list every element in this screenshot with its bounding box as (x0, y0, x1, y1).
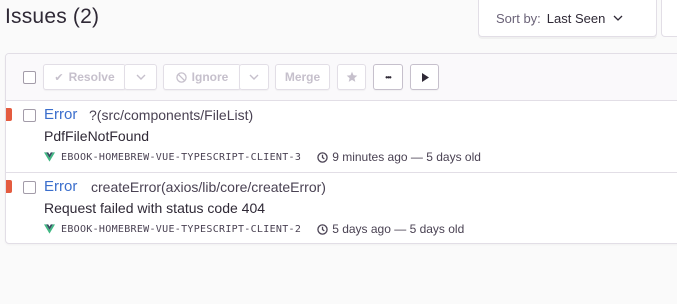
issue-type-link[interactable]: Error (44, 178, 77, 195)
header-extra-button[interactable] (661, 0, 677, 37)
page-title: Issues (2) (5, 5, 100, 28)
ignore-icon (175, 71, 187, 83)
select-all-checkbox[interactable] (23, 71, 36, 84)
sort-value: Last Seen (546, 10, 606, 26)
more-actions-button[interactable]: ••• (373, 64, 403, 90)
vue-icon (44, 224, 55, 234)
clock-icon (317, 223, 328, 235)
error-level-indicator (6, 108, 12, 121)
bulk-actions-toolbar: ✔ Resolve Ignore Merge ••• (6, 54, 677, 101)
chevron-down-icon (613, 15, 623, 21)
project-link[interactable]: EBOOK-HOMEBREW-VUE-TYPESCRIPT-CLIENT-3 (61, 152, 301, 163)
star-icon (346, 71, 357, 82)
project-link[interactable]: EBOOK-HOMEBREW-VUE-TYPESCRIPT-CLIENT-2 (61, 224, 301, 235)
issue-message: PdfFileNotFound (44, 128, 150, 144)
issue-location: ?(src/components/FileList) (89, 107, 254, 123)
merge-label: Merge (284, 70, 321, 84)
resolve-button[interactable]: ✔ Resolve (43, 64, 126, 90)
issue-message: Request failed with status code 404 (44, 200, 266, 216)
ignore-button[interactable]: Ignore (163, 64, 241, 90)
ignore-dropdown-button[interactable] (239, 64, 269, 90)
issues-panel: ✔ Resolve Ignore Merge ••• Error ?(src/c… (5, 53, 677, 244)
play-button[interactable] (410, 64, 439, 90)
chevron-down-icon (249, 74, 259, 80)
issue-row[interactable]: Error ?(src/components/FileList) PdfFile… (6, 101, 677, 173)
ellipsis-icon: ••• (385, 72, 391, 82)
issue-meta: EBOOK-HOMEBREW-VUE-TYPESCRIPT-CLIENT-3 9… (44, 150, 481, 164)
issue-row[interactable]: Error createError(axios/lib/core/createE… (6, 173, 677, 243)
bookmark-button[interactable] (337, 64, 366, 90)
clock-icon (317, 151, 328, 163)
issue-type-link[interactable]: Error (44, 106, 77, 123)
error-level-indicator (6, 180, 12, 193)
sort-dropdown[interactable]: Sort by: Last Seen (478, 0, 657, 37)
issue-location: createError(axios/lib/core/createError) (91, 179, 326, 195)
issue-time: 9 minutes ago — 5 days old (332, 150, 481, 164)
chevron-down-icon (136, 74, 145, 80)
issue-checkbox[interactable] (23, 109, 36, 122)
vue-icon (44, 152, 55, 162)
play-icon (421, 72, 429, 82)
check-icon: ✔ (54, 71, 64, 84)
issue-meta: EBOOK-HOMEBREW-VUE-TYPESCRIPT-CLIENT-2 5… (44, 222, 464, 236)
issue-checkbox[interactable] (23, 181, 36, 194)
ignore-label: Ignore (191, 70, 229, 84)
sort-label: Sort by: (496, 10, 541, 26)
merge-button[interactable]: Merge (275, 64, 330, 90)
issue-time: 5 days ago — 5 days old (332, 222, 465, 236)
resolve-dropdown-button[interactable] (124, 64, 157, 90)
resolve-label: Resolve (68, 70, 115, 84)
